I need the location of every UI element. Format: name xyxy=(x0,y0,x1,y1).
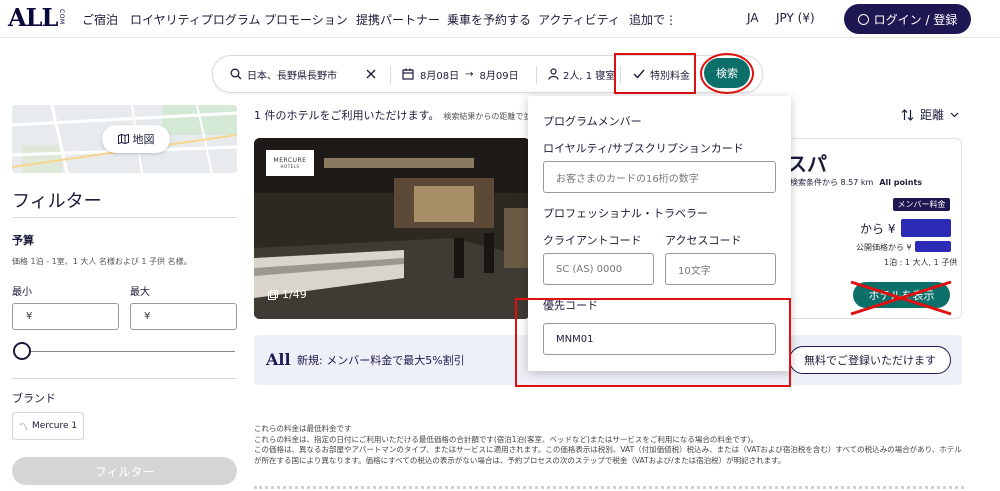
clear-destination-button[interactable] xyxy=(366,56,376,92)
date-arrow: → xyxy=(465,68,474,80)
annotation-box-special-rate xyxy=(614,53,696,94)
disclaimer-line: この価格は、異なるお部屋やアパートマンのタイプ、またはサービスに適用されます。こ… xyxy=(254,445,962,465)
mercure-brand-badge: MERCURE HOTELS xyxy=(266,150,314,176)
destination-value: 日本、長野県長野市 xyxy=(247,70,337,82)
map-icon xyxy=(117,134,129,144)
destination-field[interactable]: 日本、長野県長野市 xyxy=(230,56,337,92)
client-code-label: クライアントコード xyxy=(543,234,642,247)
all-logo[interactable]: ALL COM xyxy=(8,3,74,32)
login-button[interactable]: ログイン / 登録 xyxy=(844,4,971,34)
max-price-input[interactable]: ¥ xyxy=(130,303,237,330)
photo-count-text: 1/49 xyxy=(282,288,307,301)
annotation-box-promo-code xyxy=(515,298,791,387)
divider xyxy=(12,217,237,218)
nav-item-activities[interactable]: アクティビティ xyxy=(538,11,620,28)
free-register-button[interactable]: 無料でご登録いただけます xyxy=(789,346,951,374)
nav-item-partners[interactable]: 提携パートナー xyxy=(356,11,440,28)
person-icon xyxy=(548,68,559,80)
program-member-heading: プログラムメンバー xyxy=(543,115,642,128)
guests-field[interactable]: 2人, 1 寝室 xyxy=(548,56,615,92)
divider xyxy=(12,378,237,379)
close-icon xyxy=(366,69,376,79)
price-disclaimer: これらの料金は最低料金です これらの料金は、指定の日付にご利用いただける最低価格… xyxy=(254,424,966,466)
brand-filter-mercure[interactable]: 〽 Mercure 1 xyxy=(12,412,84,440)
distance-text: 検索条件から 8.57 km xyxy=(790,178,874,187)
nav-item-more[interactable]: 追加で⋮ xyxy=(629,11,677,28)
calendar-icon xyxy=(402,68,414,80)
price-slider-handle[interactable] xyxy=(13,342,31,360)
user-icon xyxy=(857,13,869,25)
nav-item-promotions[interactable]: プロモーション xyxy=(264,11,348,28)
date-field[interactable]: 8月08日 → 8月09日 xyxy=(402,56,519,92)
public-price-label: 公開価格から ¥ xyxy=(856,243,912,252)
hotel-name[interactable]: スパ xyxy=(787,148,827,177)
access-code-input[interactable]: 10文字 xyxy=(665,253,776,285)
disclaimer-line: これらの料金は、指定の日付にご利用いただける最低価格の合計額です(宿泊1泊(客室… xyxy=(254,434,758,444)
map-thumbnail[interactable]: 地図 xyxy=(12,105,237,173)
per-night-guests: 1泊 : 1 大人, 1 子供 xyxy=(884,258,958,267)
divider xyxy=(390,66,391,84)
loyalty-card-label: ロイヤルティ/サブスクリプションカード xyxy=(543,142,744,155)
currency-selector[interactable]: JPY (¥) xyxy=(776,11,815,25)
max-label: 最大 xyxy=(130,287,150,298)
max-currency-symbol: ¥ xyxy=(144,311,151,322)
min-currency-symbol: ¥ xyxy=(26,311,33,322)
budget-label: 予算 xyxy=(12,234,34,247)
chevron-down-icon xyxy=(950,112,959,117)
logo-text: ALL xyxy=(8,3,58,32)
pro-traveler-heading: プロフェッショナル・トラベラー xyxy=(543,207,708,220)
annotation-circle-search xyxy=(700,53,754,94)
divider xyxy=(254,486,964,490)
map-button[interactable]: 地図 xyxy=(102,125,170,153)
top-navigation: ALL COM ご宿泊 ロイヤリティプログラム プロモーション 提携パートナー … xyxy=(0,0,1000,38)
redacted-public-price xyxy=(915,241,951,252)
min-label: 最小 xyxy=(12,287,32,298)
hotel-distance: 検索条件から 8.57 km All points xyxy=(790,177,922,188)
map-button-label: 地図 xyxy=(132,133,155,146)
divider xyxy=(536,66,537,84)
login-label: ログイン / 登録 xyxy=(873,12,958,27)
nav-item-stay[interactable]: ご宿泊 xyxy=(82,11,118,28)
logo-suffix: COM xyxy=(58,9,65,25)
access-code-label: アクセスコード xyxy=(665,234,742,247)
annotation-cross xyxy=(850,280,952,316)
badge-sub: HOTELS xyxy=(280,164,300,169)
apply-filter-button[interactable]: フィルター xyxy=(12,457,237,485)
nav-item-ride[interactable]: 乗車を予約する xyxy=(447,11,531,28)
client-code-input[interactable]: SC (AS) 0000 xyxy=(543,253,654,285)
guests-value: 2人, 1 寝室 xyxy=(563,70,616,82)
promo-text: 新規: メンバー料金で最大5%割引 xyxy=(297,354,465,367)
search-icon xyxy=(230,68,242,80)
photo-counter: 1/49 xyxy=(268,288,307,301)
price-slider-track[interactable] xyxy=(22,351,235,352)
loyalty-card-input[interactable]: お客さまのカードの16桁の数字 xyxy=(543,161,776,193)
all-small-logo: All xyxy=(266,350,291,369)
brand-chip-label: Mercure 1 xyxy=(32,421,78,431)
checkout-date: 8月09日 xyxy=(479,70,519,82)
nav-item-loyalty[interactable]: ロイヤリティプログラム xyxy=(130,11,261,28)
sort-label: 距離 xyxy=(920,108,945,122)
redacted-price xyxy=(901,219,951,237)
result-count: 1 件のホテルをご利用いただけます。 検索結果からの距離で並 xyxy=(254,107,531,123)
filter-heading: フィルター xyxy=(12,191,102,212)
result-count-sub: 検索結果からの距離で並 xyxy=(443,112,532,121)
all-points-label: All points xyxy=(879,178,923,187)
checkin-date: 8月08日 xyxy=(420,70,460,82)
gallery-icon xyxy=(268,289,278,300)
badge-brand: MERCURE xyxy=(273,157,307,164)
sort-icon xyxy=(901,108,914,121)
member-rate-badge: メンバー料金 xyxy=(893,198,950,211)
disclaimer-line: これらの料金は最低料金です xyxy=(254,424,352,433)
budget-note: 価格 1泊 - 1室、1 大人 名様および 1 子供 名様。 xyxy=(12,257,192,266)
from-price-label: から ¥ xyxy=(860,222,896,236)
brand-label: ブランド xyxy=(12,392,56,405)
result-count-text: 1 件のホテルをご利用いただけます。 xyxy=(254,109,440,122)
sort-dropdown[interactable]: 距離 xyxy=(901,106,959,123)
language-selector[interactable]: JA xyxy=(747,11,759,25)
min-price-input[interactable]: ¥ xyxy=(12,303,119,330)
hotel-photo[interactable]: MERCURE HOTELS 1/49 xyxy=(254,138,530,319)
mercure-logo-icon: 〽 xyxy=(19,422,29,433)
